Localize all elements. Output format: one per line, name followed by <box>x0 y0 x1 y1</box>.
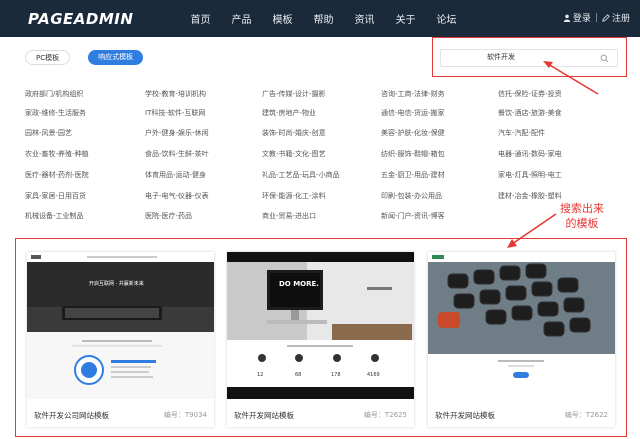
annotation-line-1: 搜索出来 <box>560 202 604 215</box>
stat-value: 4169 <box>367 372 380 378</box>
category-link[interactable]: 园林-风景-园艺 <box>25 128 72 138</box>
search-box <box>440 49 618 67</box>
user-area: 登录 | 注册 <box>563 11 630 24</box>
category-link[interactable]: 新闻-门户-资讯-博客 <box>381 211 445 221</box>
category-link[interactable]: 家具-家居-日用百货 <box>25 191 86 201</box>
filter-responsive-templates[interactable]: 响应式模板 <box>88 50 144 65</box>
main-nav: 首页 产品 模板 帮助 资讯 关于 论坛 <box>180 11 467 26</box>
category-link[interactable]: 政府部门/机构组织 <box>25 89 83 99</box>
template-card[interactable]: DO MORE. 12 68 178 4169 软件开发网站模板 编号：T262… <box>227 252 414 427</box>
category-link[interactable]: 体育用品-运动-健身 <box>145 170 206 180</box>
category-link[interactable]: 建材-冶金-橡胶-塑料 <box>498 191 562 201</box>
preview-graphic-2: DO MORE. 12 68 178 4169 <box>227 252 414 399</box>
category-link[interactable]: 建筑-房地产-物业 <box>262 108 316 118</box>
annotation-label: 搜索出来 的模板 <box>560 201 604 231</box>
nav-item-news[interactable]: 资讯 <box>344 11 385 26</box>
template-name[interactable]: 软件开发网站模板 <box>234 410 294 421</box>
category-link[interactable]: 农业-畜牧-养殖-种植 <box>25 149 89 159</box>
template-preview[interactable]: DO MORE. 12 68 178 4169 <box>227 252 414 399</box>
template-name[interactable]: 软件开发公司网站模板 <box>34 410 109 421</box>
category-link[interactable]: 食品-饮料-生鲜-茶叶 <box>145 149 209 159</box>
template-code: 编号：T2625 <box>363 411 407 419</box>
nav-item-home[interactable]: 首页 <box>180 11 221 26</box>
category-link[interactable]: 装饰-时尚-婚庆-创意 <box>262 128 326 138</box>
category-link[interactable]: 美容-护肤-化妆-保健 <box>381 128 445 138</box>
category-link[interactable]: 五金-厨卫-用品-建材 <box>381 170 445 180</box>
template-type-filters: PC模板 响应式模板 <box>25 50 161 65</box>
category-link[interactable]: 医疗-器材-药剂-医院 <box>25 170 89 180</box>
category-link[interactable]: 纺织-服饰-鞋帽-箱包 <box>381 149 445 159</box>
category-link[interactable]: 汽车-汽配-配件 <box>498 128 545 138</box>
nav-item-help[interactable]: 帮助 <box>303 11 344 26</box>
stat-value: 178 <box>331 372 341 378</box>
login-link[interactable]: 登录 <box>573 11 591 24</box>
category-link[interactable]: 家政-维修-生活服务 <box>25 108 86 118</box>
search-input[interactable] <box>487 53 587 61</box>
category-link[interactable]: IT科技-软件-互联网 <box>145 108 205 118</box>
preview-graphic-1: 开启互联网 · 共赢新未来 <box>27 252 214 399</box>
category-link[interactable]: 环保-能源-化工-涂料 <box>262 191 326 201</box>
annotation-line-2: 的模板 <box>565 217 599 230</box>
nav-item-about[interactable]: 关于 <box>385 11 426 26</box>
category-link[interactable]: 电子-电气-仪器-仪表 <box>145 191 209 201</box>
category-link[interactable]: 电器-通讯-数码-家电 <box>498 149 562 159</box>
stat-value: 12 <box>257 372 263 378</box>
search-icon[interactable] <box>600 54 609 63</box>
template-card[interactable]: 软件开发网站模板 编号：T2622 <box>428 252 615 427</box>
card2-banner-text: DO MORE. <box>279 280 319 288</box>
category-link[interactable]: 医院-医疗-药品 <box>145 211 192 221</box>
nav-item-forum[interactable]: 论坛 <box>426 11 467 26</box>
nav-item-products[interactable]: 产品 <box>221 11 262 26</box>
stat-value: 68 <box>295 372 301 378</box>
template-preview[interactable]: 开启互联网 · 共赢新未来 <box>27 252 214 399</box>
template-preview[interactable] <box>428 252 615 399</box>
logo[interactable]: PAGEADMIN <box>28 10 133 28</box>
template-name[interactable]: 软件开发网站模板 <box>435 410 495 421</box>
divider: | <box>594 12 598 23</box>
category-link[interactable]: 家电-灯具-照明-电工 <box>498 170 562 180</box>
edit-icon <box>602 13 610 22</box>
category-link[interactable]: 文教-书籍-文化-图艺 <box>262 149 326 159</box>
nav-item-templates[interactable]: 模板 <box>262 11 303 26</box>
category-link[interactable]: 机械设备-工业制品 <box>25 211 84 221</box>
top-navbar: PAGEADMIN 首页 产品 模板 帮助 资讯 关于 论坛 登录 | 注册 <box>0 0 640 37</box>
preview-graphic-3 <box>428 252 615 399</box>
template-code: 编号：T2622 <box>564 411 608 419</box>
category-link[interactable]: 广告-传媒-设计-摄影 <box>262 89 326 99</box>
category-link[interactable]: 印刷-包装-办公用品 <box>381 191 442 201</box>
category-link[interactable]: 信托-保险-证券-投资 <box>498 89 562 99</box>
template-code: 编号：T9034 <box>163 411 207 419</box>
register-link[interactable]: 注册 <box>612 11 630 24</box>
filter-pc-templates[interactable]: PC模板 <box>25 50 71 65</box>
template-card[interactable]: 开启互联网 · 共赢新未来 软件开发公司网站模板 编号：T9034 <box>27 252 214 427</box>
category-link[interactable]: 咨询-工商-法律-财务 <box>381 89 445 99</box>
category-link[interactable]: 学校-教育-培训机构 <box>145 89 206 99</box>
category-link[interactable]: 礼品-工艺品-玩具-小商品 <box>262 170 340 180</box>
category-link[interactable]: 通信-电信-货运-搬家 <box>381 108 445 118</box>
user-icon <box>563 14 571 22</box>
category-link[interactable]: 户外-健身-娱乐-休闲 <box>145 128 209 138</box>
card1-banner-text: 开启互联网 · 共赢新未来 <box>89 280 144 287</box>
category-link[interactable]: 餐饮-酒店-旅游-美食 <box>498 108 562 118</box>
category-link[interactable]: 商业-贸易-进出口 <box>262 211 316 221</box>
